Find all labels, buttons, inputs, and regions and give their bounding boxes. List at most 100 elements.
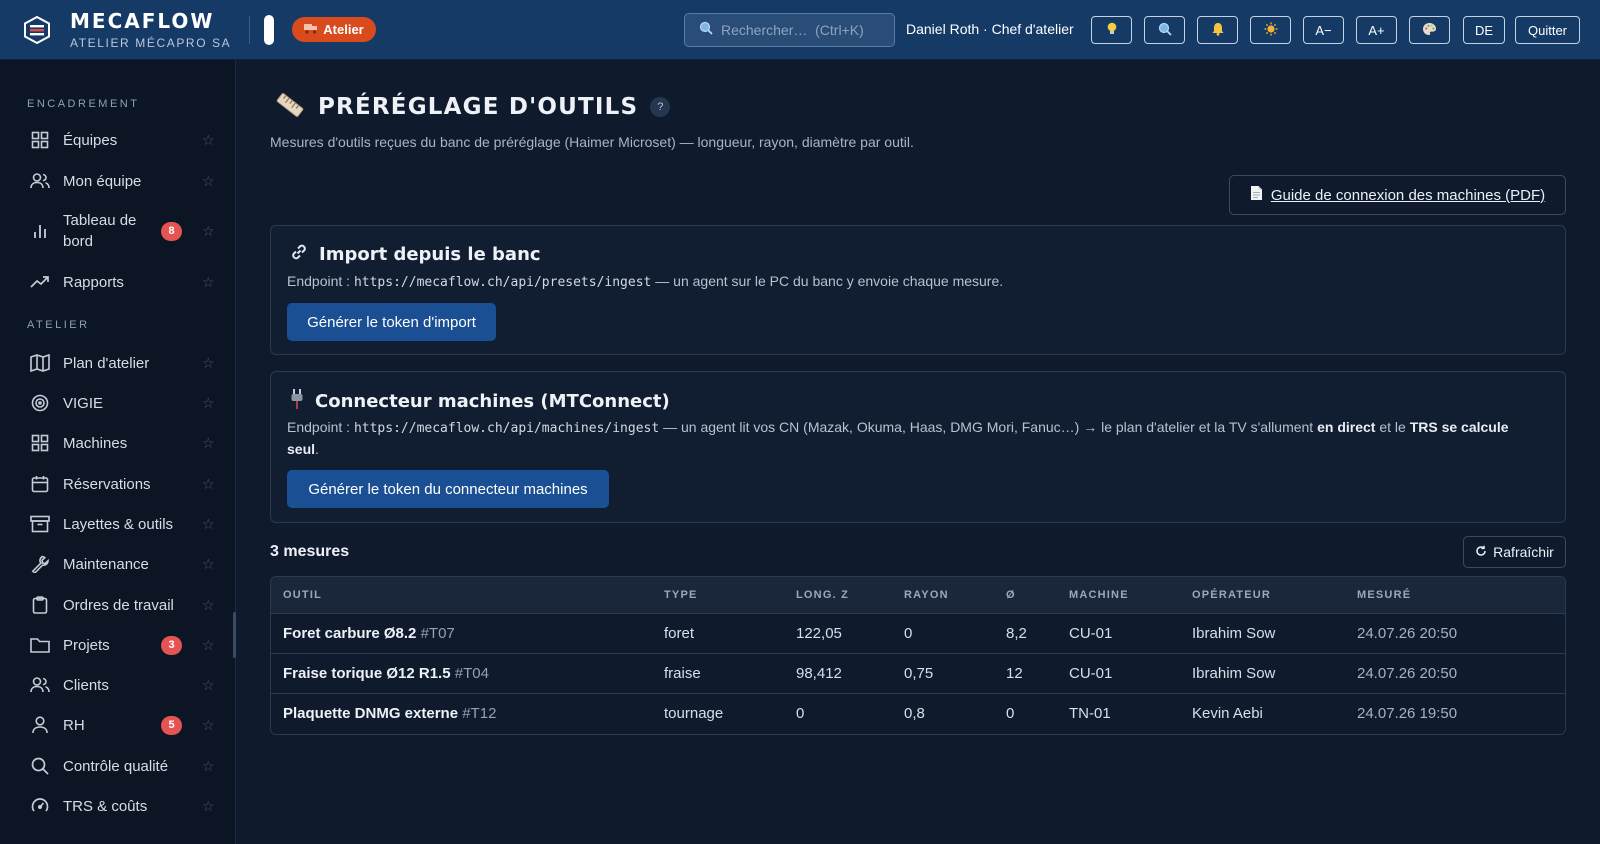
endpoint-url: https://mecaflow.ch/api/machines/ingest <box>353 421 660 436</box>
import-card-title: Import depuis le banc <box>319 244 541 265</box>
radius-cell: 0,8 <box>904 705 925 722</box>
map-icon <box>30 353 50 373</box>
divider <box>249 15 251 44</box>
grid-icon <box>30 130 50 150</box>
measures-count: 3 mesures <box>270 543 350 560</box>
workspace-badge[interactable]: Atelier <box>292 17 376 42</box>
refresh-button[interactable]: Rafraîchir <box>1463 536 1566 568</box>
sidebar-item-label: Maintenance <box>63 555 149 573</box>
measured-at-cell: 24.07.26 19:50 <box>1357 705 1458 722</box>
star-icon[interactable]: ☆ <box>202 677 215 694</box>
search-button[interactable] <box>1144 16 1185 44</box>
language-button[interactable]: DE <box>1463 16 1505 44</box>
star-icon[interactable]: ☆ <box>202 395 215 412</box>
generate-import-token-button[interactable]: Générer le token d'import <box>287 303 496 341</box>
machine-cell: TN-01 <box>1069 705 1111 722</box>
search-box[interactable] <box>684 13 895 47</box>
star-icon[interactable]: ☆ <box>202 717 215 734</box>
sidebar-item-controle-qualite[interactable]: Contrôle qualité ☆ <box>0 754 236 778</box>
magnifier-icon <box>1158 22 1172 39</box>
sidebar: ENCADREMENT Équipes ☆ Mon équipe ☆ Table… <box>0 60 236 844</box>
theme-button[interactable] <box>1250 16 1291 44</box>
star-icon[interactable]: ☆ <box>202 223 215 240</box>
star-icon[interactable]: ☆ <box>202 758 215 775</box>
font-smaller-button[interactable]: A− <box>1303 16 1344 44</box>
search-input[interactable] <box>721 22 881 38</box>
plug-icon <box>289 388 305 415</box>
star-icon[interactable]: ☆ <box>202 132 215 149</box>
tool-code: #T12 <box>462 705 497 722</box>
star-icon[interactable]: ☆ <box>202 798 215 815</box>
table-row[interactable]: Foret carbure Ø8.2 #T07 foret 122,05 0 8… <box>271 614 1565 654</box>
generate-machines-token-button[interactable]: Générer le token du connecteur machines <box>287 470 609 508</box>
sidebar-item-label: Ordres de travail <box>63 596 174 614</box>
star-icon[interactable]: ☆ <box>202 516 215 533</box>
star-icon[interactable]: ☆ <box>202 556 215 573</box>
sidebar-item-mon-equipe[interactable]: Mon équipe ☆ <box>0 169 236 193</box>
sidebar-item-projets[interactable]: Projets 3 ☆ <box>0 633 236 657</box>
machine-guide-pdf-label: Guide de connexion des machines (PDF) <box>1270 186 1546 204</box>
column-header-rayon[interactable]: RAYON <box>904 589 949 601</box>
column-header-operateur[interactable]: OPÉRATEUR <box>1192 589 1271 601</box>
table-row[interactable]: Fraise torique Ø12 R1.5 #T04 fraise 98,4… <box>271 654 1565 694</box>
refresh-label: Rafraîchir <box>1493 544 1554 560</box>
sidebar-item-tableau-de-bord[interactable]: Tableau de bord 8 ☆ <box>0 208 236 254</box>
star-icon[interactable]: ☆ <box>202 355 215 372</box>
star-icon[interactable]: ☆ <box>202 597 215 614</box>
table-row[interactable]: Plaquette DNMG externe #T12 tournage 0 0… <box>271 694 1565 734</box>
current-user: Daniel Roth · Chef d'atelier <box>906 21 1074 37</box>
font-larger-button[interactable]: A+ <box>1356 16 1397 44</box>
column-header-outil[interactable]: OUTIL <box>283 589 322 601</box>
sidebar-item-reservations[interactable]: Réservations ☆ <box>0 472 236 496</box>
diameter-cell: 8,2 <box>1006 625 1027 642</box>
machines-card-title: Connecteur machines (MTConnect) <box>315 391 670 412</box>
type-cell: foret <box>664 625 695 642</box>
palette-button[interactable] <box>1409 16 1450 44</box>
sidebar-item-plan-atelier[interactable]: Plan d'atelier ☆ <box>0 351 236 375</box>
sidebar-item-vigie[interactable]: VIGIE ☆ <box>0 391 236 415</box>
sidebar-item-machines[interactable]: Machines ☆ <box>0 431 236 455</box>
sidebar-item-label: Plan d'atelier <box>63 354 150 372</box>
diameter-cell: 0 <box>1006 705 1015 722</box>
sidebar-section-encadrement: ENCADREMENT <box>27 98 140 110</box>
column-header-mesure[interactable]: MESURÉ <box>1357 589 1411 601</box>
mecaflow-logo-icon[interactable] <box>20 13 54 47</box>
column-header-diametre[interactable]: Ø <box>1006 589 1016 601</box>
machine-guide-pdf-link[interactable]: Guide de connexion des machines (PDF) <box>1229 175 1566 215</box>
notifications-button[interactable] <box>1197 16 1238 44</box>
quit-button[interactable]: Quitter <box>1515 16 1580 44</box>
star-icon[interactable]: ☆ <box>202 476 215 493</box>
sidebar-item-trs-couts[interactable]: TRS & coûts ☆ <box>0 794 236 818</box>
star-icon[interactable]: ☆ <box>202 274 215 291</box>
type-cell: tournage <box>664 705 724 722</box>
sidebar-item-label: Réservations <box>63 475 151 493</box>
measures-table: OUTIL TYPE LONG. Z RAYON Ø MACHINE OPÉRA… <box>270 576 1566 735</box>
workspace-badge-label: Atelier <box>323 22 364 37</box>
sidebar-item-equipes[interactable]: Équipes ☆ <box>0 128 236 152</box>
column-header-machine[interactable]: MACHINE <box>1069 589 1129 601</box>
length-z-cell: 98,412 <box>796 665 842 682</box>
import-card-title-row: Import depuis le banc <box>289 242 541 267</box>
radius-cell: 0 <box>904 625 913 642</box>
sidebar-item-label: Layettes & outils <box>63 515 174 533</box>
calendar-icon <box>30 474 50 494</box>
sidebar-item-ordres-de-travail[interactable]: Ordres de travail ☆ <box>0 593 236 617</box>
sidebar-item-rh[interactable]: RH 5 ☆ <box>0 713 236 737</box>
star-icon[interactable]: ☆ <box>202 173 215 190</box>
palette-icon <box>1422 22 1437 39</box>
sidebar-item-maintenance[interactable]: Maintenance ☆ <box>0 552 236 576</box>
sidebar-item-rapports[interactable]: Rapports ☆ <box>0 270 236 294</box>
column-header-type[interactable]: TYPE <box>664 589 698 601</box>
sidebar-item-layettes-outils[interactable]: Layettes & outils ☆ <box>0 512 236 536</box>
measured-at-cell: 24.07.26 20:50 <box>1357 625 1458 642</box>
star-icon[interactable]: ☆ <box>202 637 215 654</box>
sidebar-item-label: Projets <box>63 636 110 654</box>
sidebar-item-clients[interactable]: Clients ☆ <box>0 673 236 697</box>
endpoint-description: — un agent lit vos CN (Mazak, Okuma, Haa… <box>663 419 1314 435</box>
star-icon[interactable]: ☆ <box>202 435 215 452</box>
mode-toggle[interactable] <box>264 14 275 45</box>
column-header-longueur-z[interactable]: LONG. Z <box>796 589 849 601</box>
ideas-button[interactable] <box>1091 16 1132 44</box>
help-button[interactable]: ? <box>650 97 671 117</box>
import-card: Import depuis le banc Endpoint : https:/… <box>270 225 1566 355</box>
